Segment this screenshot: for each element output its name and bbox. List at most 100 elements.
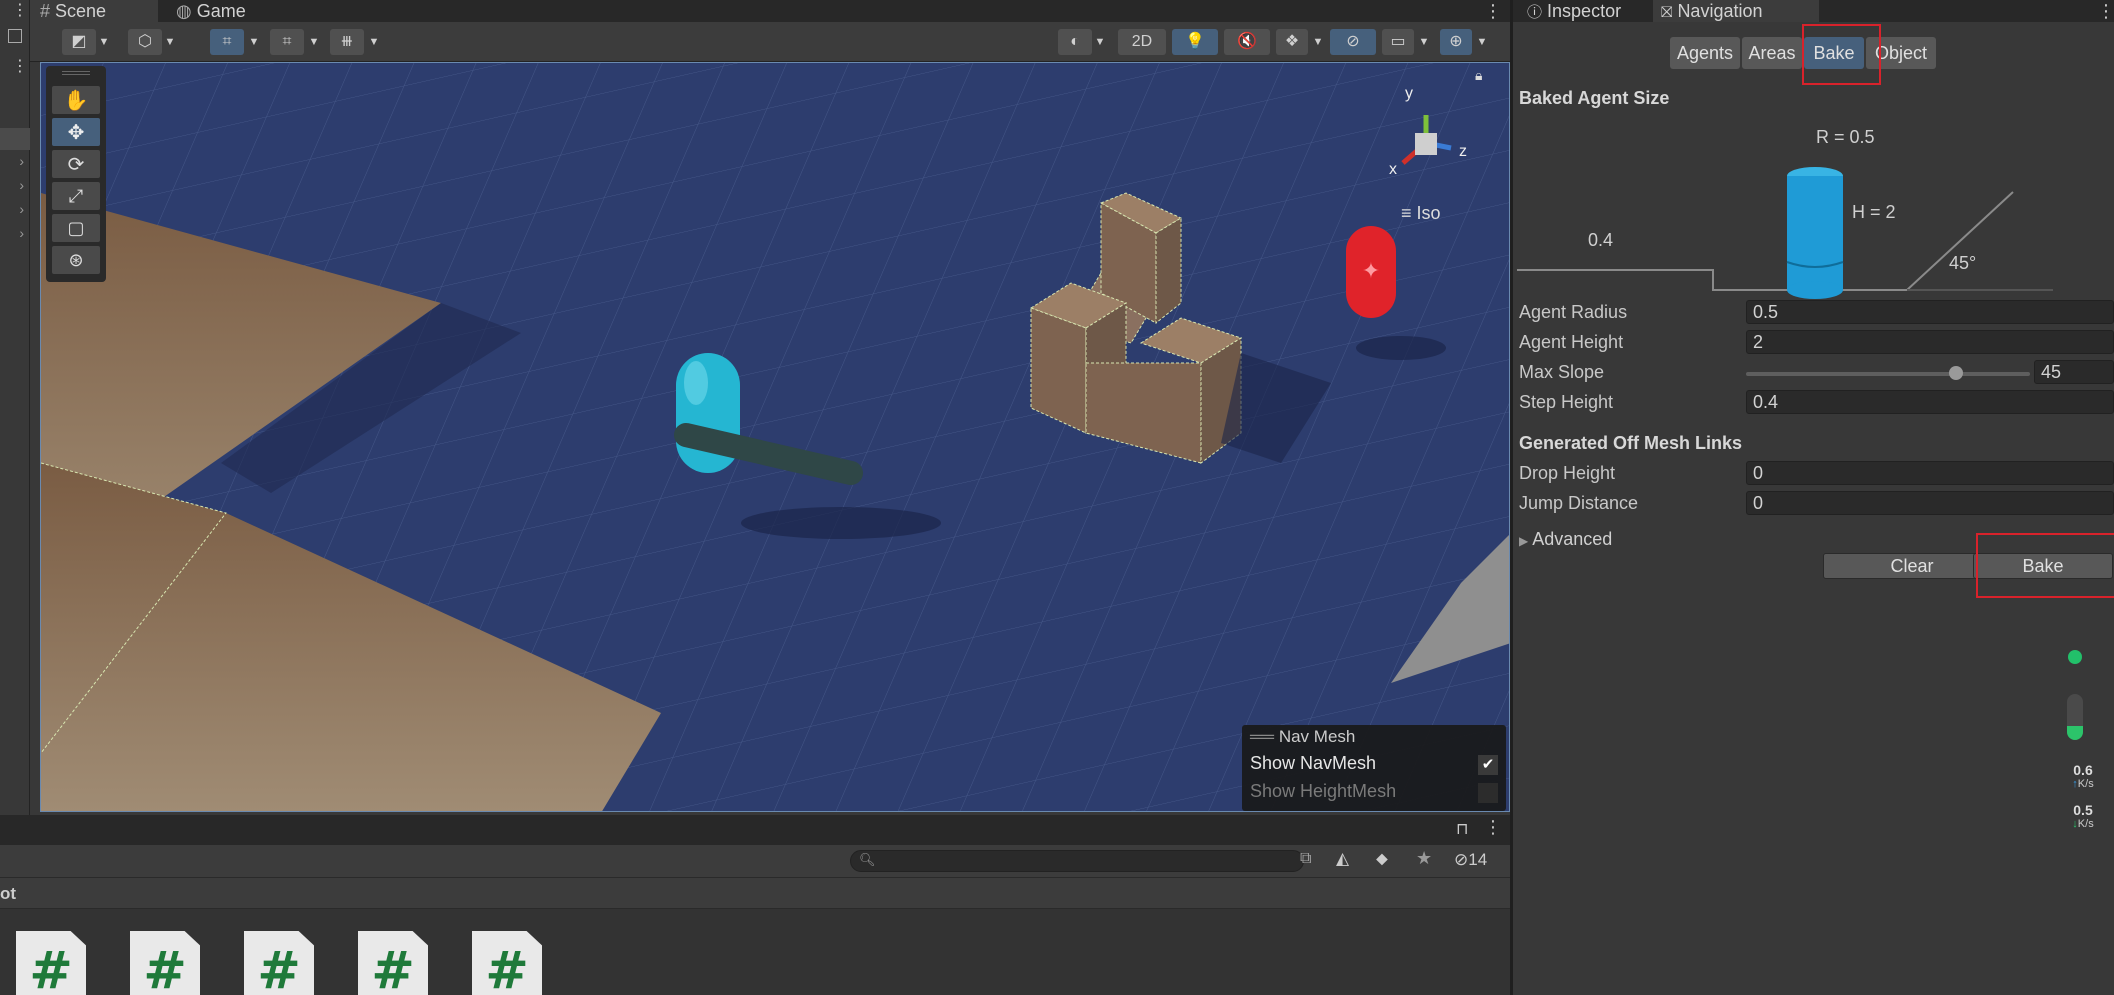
tab-game[interactable]: ◍ Game bbox=[166, 0, 286, 22]
script-asset[interactable]: # bbox=[472, 931, 542, 995]
script-asset[interactable]: # bbox=[130, 931, 200, 995]
script-asset[interactable]: # bbox=[16, 931, 86, 995]
show-heightmesh-label: Show HeightMesh bbox=[1250, 781, 1397, 801]
script-asset[interactable]: # bbox=[358, 931, 428, 995]
breadcrumb-item[interactable]: ot bbox=[0, 884, 16, 904]
tab-navigation[interactable]: ⛝ Navigation bbox=[1653, 0, 1819, 22]
agent-radius-field[interactable]: 0.5 bbox=[1746, 300, 2114, 324]
lock-icon[interactable]: ⊓ bbox=[1456, 819, 1468, 839]
download-speed: 0.5 bbox=[2073, 802, 2093, 818]
filter-type-icon[interactable]: ◭ bbox=[1336, 849, 1349, 869]
transform-tool-icon[interactable]: ⊛ bbox=[52, 246, 100, 274]
advanced-foldout[interactable]: ▶ Advanced bbox=[1519, 529, 1612, 550]
height-label: H = 2 bbox=[1852, 202, 1896, 222]
expand-chevron-icon[interactable]: › bbox=[0, 225, 30, 247]
max-slope-label: Max Slope bbox=[1519, 362, 1605, 382]
slider-thumb[interactable] bbox=[1949, 366, 1964, 380]
draw-mode-icon[interactable]: ◩ bbox=[62, 29, 96, 55]
scale-tool-icon[interactable]: ⤢ bbox=[52, 182, 100, 210]
scene-tab-bar: # Scene ◍ Game ⋮ bbox=[30, 0, 1510, 22]
agent-radius-label: Agent Radius bbox=[1519, 302, 1628, 322]
audio-mute-icon[interactable]: 🔇 bbox=[1224, 29, 1270, 55]
projection-toggle[interactable]: ≡ Iso bbox=[1401, 203, 1441, 224]
visibility-icon[interactable]: ⊘ bbox=[1330, 29, 1376, 55]
lock-icon[interactable]: 🔒︎ bbox=[1475, 67, 1482, 84]
show-heightmesh-checkbox[interactable] bbox=[1478, 783, 1498, 803]
chevron-down-icon[interactable]: ▼ bbox=[162, 29, 178, 55]
info-icon: ⓘ bbox=[1527, 4, 1543, 21]
scene-toolbar: ◩ ▼ ⬡ ▼ ⌗ ▼ ⌗ ▼ ⧻ ▼ ◐ ▼ 2D 💡 🔇 ❖ ▼ ⊘ ▭ ▼… bbox=[30, 22, 1510, 62]
show-navmesh-label: Show NavMesh bbox=[1250, 753, 1377, 773]
agent-height-field[interactable]: 2 bbox=[1746, 330, 2114, 354]
tab-areas[interactable]: Areas bbox=[1742, 37, 1802, 69]
radius-label: R = 0.5 bbox=[1816, 127, 1875, 147]
grid-icon: # bbox=[40, 1, 51, 21]
tab-inspector[interactable]: ⓘ Inspector bbox=[1527, 0, 1621, 22]
step-label: 0.4 bbox=[1588, 230, 1614, 250]
scene-more-icon[interactable]: ⋮ bbox=[1474, 0, 1504, 22]
favorite-star-icon[interactable]: ★ bbox=[1416, 848, 1432, 869]
breadcrumb: ot bbox=[0, 877, 1510, 909]
tool-palette: ✋ ✥ ⟳ ⤢ ▢ ⊛ bbox=[46, 66, 106, 282]
more-icon[interactable]: ⋮ bbox=[2097, 0, 2114, 22]
drop-height-field[interactable]: 0 bbox=[1746, 461, 2114, 485]
grid-snap-icon[interactable]: ⌗ bbox=[210, 29, 244, 55]
rotate-tool-icon[interactable]: ⟳ bbox=[52, 150, 100, 178]
max-slope-field[interactable]: 45 bbox=[2034, 360, 2114, 384]
script-asset[interactable]: # bbox=[244, 931, 314, 995]
chevron-down-icon[interactable]: ▼ bbox=[1416, 29, 1432, 55]
hierarchy-selected-row[interactable] bbox=[0, 128, 30, 150]
section-title: Baked Agent Size bbox=[1519, 88, 1670, 108]
chevron-down-icon[interactable]: ▼ bbox=[366, 29, 382, 55]
scene-viewport[interactable]: ✦ y x z 🔒︎ ≡ Iso bbox=[40, 62, 1510, 812]
search-filter-icon[interactable]: ⧉ bbox=[1300, 850, 1311, 868]
tab-agents[interactable]: Agents bbox=[1670, 37, 1740, 69]
chevron-down-icon[interactable]: ▼ bbox=[306, 29, 322, 55]
chevron-down-icon[interactable]: ▼ bbox=[96, 29, 112, 55]
tab-scene[interactable]: # Scene bbox=[30, 0, 158, 22]
scene-render: ✦ bbox=[41, 63, 1509, 811]
gizmo-z-label: z bbox=[1459, 143, 1467, 160]
chevron-down-icon[interactable]: ▼ bbox=[1310, 29, 1326, 55]
upload-unit: ↑K/s bbox=[2072, 778, 2094, 790]
rect-tool-icon[interactable]: ▢ bbox=[52, 214, 100, 242]
chevron-down-icon[interactable]: ▼ bbox=[1474, 29, 1490, 55]
hand-tool-icon[interactable]: ✋ bbox=[52, 86, 100, 114]
search-input[interactable]: 🔍︎ bbox=[850, 850, 1304, 872]
step-height-label: Step Height bbox=[1519, 392, 1614, 412]
expand-chevron-icon[interactable]: › bbox=[0, 153, 30, 175]
effects-icon[interactable]: ❖ bbox=[1276, 29, 1308, 55]
expand-chevron-icon[interactable]: › bbox=[0, 177, 30, 199]
agent-size-diagram bbox=[1517, 167, 2053, 299]
show-navmesh-checkbox[interactable]: ✔ bbox=[1478, 755, 1498, 775]
camera-icon[interactable]: ▭ bbox=[1382, 29, 1414, 55]
gizmos-icon[interactable]: ⊕ bbox=[1440, 29, 1472, 55]
max-slope-slider[interactable] bbox=[1746, 366, 2030, 380]
chevron-down-icon[interactable]: ▼ bbox=[1092, 29, 1108, 55]
highlight-bake-button bbox=[1976, 533, 2114, 598]
jump-distance-field[interactable]: 0 bbox=[1746, 491, 2114, 515]
more-icon[interactable]: ⋮ bbox=[1484, 817, 1502, 838]
expand-chevron-icon[interactable]: › bbox=[0, 201, 30, 223]
upload-speed: 0.6 bbox=[2073, 762, 2093, 778]
navigation-icon: ⛝ bbox=[1661, 4, 1673, 21]
network-meter bbox=[2067, 694, 2083, 740]
ruler-icon[interactable]: ⧻ bbox=[330, 29, 364, 55]
shading-icon[interactable]: ◐ bbox=[1058, 29, 1092, 55]
move-tool-icon[interactable]: ✥ bbox=[52, 118, 100, 146]
snap-increment-icon[interactable]: ⌗ bbox=[270, 29, 304, 55]
menu-dots-icon[interactable]: ⋮ bbox=[0, 56, 30, 78]
right-tab-bar: ⓘ Inspector ⛝ Navigation ⋮ bbox=[1513, 0, 2114, 22]
asset-grid: # # # # # bbox=[0, 909, 1510, 995]
lighting-icon[interactable]: 💡 bbox=[1172, 29, 1218, 55]
highlight-bake-tab bbox=[1802, 24, 1881, 85]
toggle-2d-button[interactable]: 2D bbox=[1118, 29, 1166, 55]
chevron-down-icon[interactable]: ▼ bbox=[246, 29, 262, 55]
label-icon[interactable]: ⬥ bbox=[1376, 849, 1388, 869]
inspect-icon[interactable] bbox=[0, 26, 30, 48]
more-icon[interactable]: ⋮ bbox=[0, 0, 30, 22]
hidden-packages-button[interactable]: ⊘14 bbox=[1454, 850, 1487, 870]
cube-icon[interactable]: ⬡ bbox=[128, 29, 162, 55]
step-height-field[interactable]: 0.4 bbox=[1746, 390, 2114, 414]
hierarchy-strip: ⋮ ⋮ › › › › bbox=[0, 0, 30, 815]
